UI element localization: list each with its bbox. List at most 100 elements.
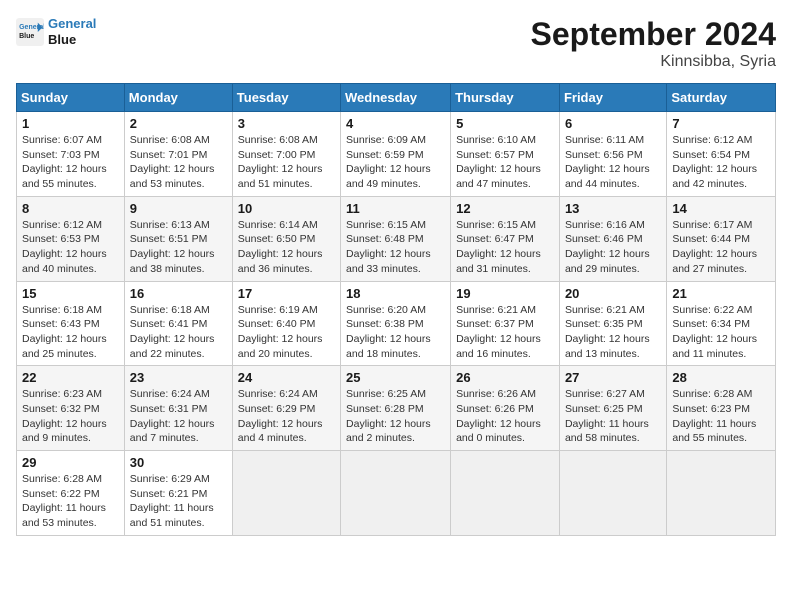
header: General Blue General Blue September 2024… xyxy=(16,16,776,71)
day-number: 14 xyxy=(672,201,770,216)
weekday-header-thursday: Thursday xyxy=(451,84,560,112)
day-detail: Sunrise: 6:20 AM Sunset: 6:38 PM Dayligh… xyxy=(346,303,445,362)
day-detail: Sunrise: 6:07 AM Sunset: 7:03 PM Dayligh… xyxy=(22,133,119,192)
day-detail: Sunrise: 6:29 AM Sunset: 6:21 PM Dayligh… xyxy=(130,472,227,531)
day-number: 28 xyxy=(672,370,770,385)
day-detail: Sunrise: 6:12 AM Sunset: 6:53 PM Dayligh… xyxy=(22,218,119,277)
day-detail: Sunrise: 6:12 AM Sunset: 6:54 PM Dayligh… xyxy=(672,133,770,192)
weekday-header-sunday: Sunday xyxy=(17,84,125,112)
day-detail: Sunrise: 6:18 AM Sunset: 6:41 PM Dayligh… xyxy=(130,303,227,362)
calendar-cell-27: 27 Sunrise: 6:27 AM Sunset: 6:25 PM Dayli… xyxy=(559,366,666,451)
day-number: 8 xyxy=(22,201,119,216)
weekday-header-monday: Monday xyxy=(124,84,232,112)
day-detail: Sunrise: 6:08 AM Sunset: 7:01 PM Dayligh… xyxy=(130,133,227,192)
day-detail: Sunrise: 6:18 AM Sunset: 6:43 PM Dayligh… xyxy=(22,303,119,362)
day-detail: Sunrise: 6:08 AM Sunset: 7:00 PM Dayligh… xyxy=(238,133,335,192)
day-number: 24 xyxy=(238,370,335,385)
day-number: 17 xyxy=(238,286,335,301)
calendar-cell-17: 17Sunrise: 6:19 AM Sunset: 6:40 PM Dayli… xyxy=(232,281,340,366)
day-detail: Sunrise: 6:11 AM Sunset: 6:56 PM Dayligh… xyxy=(565,133,661,192)
logo-icon: General Blue xyxy=(16,18,44,46)
day-number: 3 xyxy=(238,116,335,131)
calendar-cell-3: 3 Sunrise: 6:08 AM Sunset: 7:00 PM Daylig… xyxy=(232,112,340,197)
title-block: September 2024 Kinnsibba, Syria xyxy=(531,16,776,71)
calendar-cell-13: 13 Sunrise: 6:16 AM Sunset: 6:46 PM Dayli… xyxy=(559,196,666,281)
calendar-cell-22: 22 Sunrise: 6:23 AM Sunset: 6:32 PM Dayli… xyxy=(17,366,125,451)
calendar-cell-11: 11 Sunrise: 6:15 AM Sunset: 6:48 PM Dayli… xyxy=(341,196,451,281)
day-number: 1 xyxy=(22,116,119,131)
logo-text-blue: Blue xyxy=(48,32,96,48)
location-title: Kinnsibba, Syria xyxy=(531,53,776,71)
calendar-cell-1: 1 Sunrise: 6:07 AM Sunset: 7:03 PM Daylig… xyxy=(17,112,125,197)
calendar-cell-28: 28 Sunrise: 6:28 AM Sunset: 6:23 PM Dayli… xyxy=(667,366,776,451)
day-number: 19 xyxy=(456,286,554,301)
calendar-cell-7: 7 Sunrise: 6:12 AM Sunset: 6:54 PM Daylig… xyxy=(667,112,776,197)
calendar-cell-12: 12 Sunrise: 6:15 AM Sunset: 6:47 PM Dayli… xyxy=(451,196,560,281)
day-detail: Sunrise: 6:13 AM Sunset: 6:51 PM Dayligh… xyxy=(130,218,227,277)
day-detail: Sunrise: 6:23 AM Sunset: 6:32 PM Dayligh… xyxy=(22,387,119,446)
day-detail: Sunrise: 6:14 AM Sunset: 6:50 PM Dayligh… xyxy=(238,218,335,277)
day-number: 21 xyxy=(672,286,770,301)
calendar-cell-26: 26Sunrise: 6:26 AM Sunset: 6:26 PM Dayli… xyxy=(451,366,560,451)
weekday-header-tuesday: Tuesday xyxy=(232,84,340,112)
weekday-header-saturday: Saturday xyxy=(667,84,776,112)
day-detail: Sunrise: 6:27 AM Sunset: 6:25 PM Dayligh… xyxy=(565,387,661,446)
day-detail: Sunrise: 6:24 AM Sunset: 6:29 PM Dayligh… xyxy=(238,387,335,446)
day-number: 7 xyxy=(672,116,770,131)
day-number: 30 xyxy=(130,455,227,470)
day-detail: Sunrise: 6:25 AM Sunset: 6:28 PM Dayligh… xyxy=(346,387,445,446)
weekday-header-friday: Friday xyxy=(559,84,666,112)
day-number: 9 xyxy=(130,201,227,216)
empty-cell xyxy=(232,451,340,536)
day-number: 18 xyxy=(346,286,445,301)
day-detail: Sunrise: 6:17 AM Sunset: 6:44 PM Dayligh… xyxy=(672,218,770,277)
calendar-cell-18: 18 Sunrise: 6:20 AM Sunset: 6:38 PM Dayli… xyxy=(341,281,451,366)
day-detail: Sunrise: 6:28 AM Sunset: 6:23 PM Dayligh… xyxy=(672,387,770,446)
day-number: 12 xyxy=(456,201,554,216)
day-number: 29 xyxy=(22,455,119,470)
calendar-cell-29: 29 Sunrise: 6:28 AM Sunset: 6:22 PM Dayli… xyxy=(17,451,125,536)
day-number: 22 xyxy=(22,370,119,385)
day-detail: Sunrise: 6:21 AM Sunset: 6:35 PM Dayligh… xyxy=(565,303,661,362)
calendar-cell-2: 2 Sunrise: 6:08 AM Sunset: 7:01 PM Daylig… xyxy=(124,112,232,197)
day-number: 13 xyxy=(565,201,661,216)
day-number: 15 xyxy=(22,286,119,301)
calendar-cell-24: 24 Sunrise: 6:24 AM Sunset: 6:29 PM Dayli… xyxy=(232,366,340,451)
day-number: 2 xyxy=(130,116,227,131)
logo: General Blue General Blue xyxy=(16,16,96,47)
day-number: 23 xyxy=(130,370,227,385)
day-detail: Sunrise: 6:10 AM Sunset: 6:57 PM Dayligh… xyxy=(456,133,554,192)
calendar-cell-19: 19 Sunrise: 6:21 AM Sunset: 6:37 PM Dayli… xyxy=(451,281,560,366)
calendar-table: SundayMondayTuesdayWednesdayThursdayFrid… xyxy=(16,83,776,536)
day-detail: Sunrise: 6:21 AM Sunset: 6:37 PM Dayligh… xyxy=(456,303,554,362)
calendar-cell-20: 20 Sunrise: 6:21 AM Sunset: 6:35 PM Dayli… xyxy=(559,281,666,366)
logo-text-general: General xyxy=(48,16,96,32)
day-detail: Sunrise: 6:22 AM Sunset: 6:34 PM Dayligh… xyxy=(672,303,770,362)
calendar-cell-25: 25 Sunrise: 6:25 AM Sunset: 6:28 PM Dayli… xyxy=(341,366,451,451)
day-detail: Sunrise: 6:26 AM Sunset: 6:26 PM Dayligh… xyxy=(456,387,554,446)
day-detail: Sunrise: 6:28 AM Sunset: 6:22 PM Dayligh… xyxy=(22,472,119,531)
empty-cell xyxy=(451,451,560,536)
day-detail: Sunrise: 6:16 AM Sunset: 6:46 PM Dayligh… xyxy=(565,218,661,277)
day-number: 20 xyxy=(565,286,661,301)
day-number: 27 xyxy=(565,370,661,385)
calendar-cell-21: 21 Sunrise: 6:22 AM Sunset: 6:34 PM Dayli… xyxy=(667,281,776,366)
calendar-cell-8: 8 Sunrise: 6:12 AM Sunset: 6:53 PM Daylig… xyxy=(17,196,125,281)
day-number: 11 xyxy=(346,201,445,216)
calendar-cell-10: 10Sunrise: 6:14 AM Sunset: 6:50 PM Dayli… xyxy=(232,196,340,281)
month-title: September 2024 xyxy=(531,16,776,53)
svg-text:Blue: Blue xyxy=(19,33,34,40)
day-detail: Sunrise: 6:15 AM Sunset: 6:48 PM Dayligh… xyxy=(346,218,445,277)
day-number: 4 xyxy=(346,116,445,131)
day-number: 6 xyxy=(565,116,661,131)
empty-cell xyxy=(559,451,666,536)
calendar-cell-6: 6 Sunrise: 6:11 AM Sunset: 6:56 PM Daylig… xyxy=(559,112,666,197)
calendar-cell-23: 23 Sunrise: 6:24 AM Sunset: 6:31 PM Dayli… xyxy=(124,366,232,451)
day-number: 25 xyxy=(346,370,445,385)
weekday-header-wednesday: Wednesday xyxy=(341,84,451,112)
day-number: 16 xyxy=(130,286,227,301)
empty-cell xyxy=(667,451,776,536)
day-detail: Sunrise: 6:15 AM Sunset: 6:47 PM Dayligh… xyxy=(456,218,554,277)
calendar-cell-16: 16 Sunrise: 6:18 AM Sunset: 6:41 PM Dayli… xyxy=(124,281,232,366)
day-detail: Sunrise: 6:24 AM Sunset: 6:31 PM Dayligh… xyxy=(130,387,227,446)
